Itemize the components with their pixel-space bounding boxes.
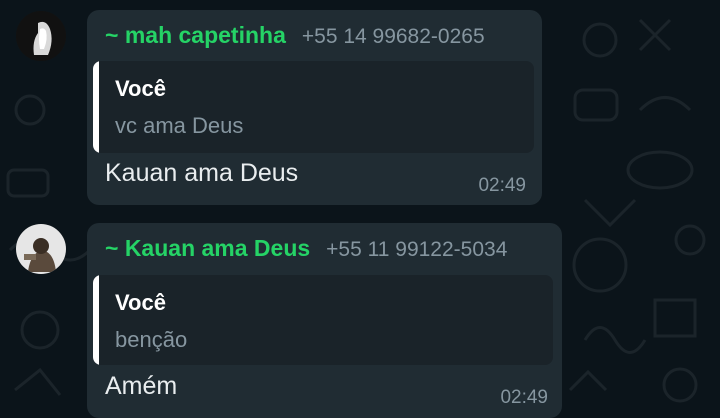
sender-avatar[interactable] [16,224,66,274]
quote-text: vc ama Deus [115,113,244,138]
message-text: Kauan ama Deus [105,159,299,187]
message-text: Amém [105,372,178,400]
message-time: 02:49 [500,387,548,408]
quote-author: Você [115,290,166,315]
sender-name[interactable]: ~ mah capetinha [105,22,286,49]
avatar-photo-icon [16,11,66,61]
sender-phone: +55 14 99682-0265 [301,25,485,48]
message-bubble[interactable]: ~ Kauan ama Deus +55 11 99122-5034 Você … [87,223,562,418]
quoted-message[interactable]: Você vc ama Deus [93,61,534,153]
quoted-message[interactable]: Você benção [93,275,553,365]
avatar-photo-icon [16,224,66,274]
sender-header: ~ mah capetinha +55 14 99682-0265 [105,22,485,49]
quote-text: benção [115,327,188,352]
quote-author: Você [115,76,166,101]
message-time: 02:49 [478,175,526,196]
sender-header: ~ Kauan ama Deus +55 11 99122-5034 [105,235,507,262]
quote-bar [93,275,99,365]
sender-name[interactable]: ~ Kauan ama Deus [105,235,310,262]
quote-bar [93,61,99,153]
sender-avatar[interactable] [16,11,66,61]
message-bubble[interactable]: ~ mah capetinha +55 14 99682-0265 Você v… [87,10,542,205]
sender-phone: +55 11 99122-5034 [326,238,508,261]
